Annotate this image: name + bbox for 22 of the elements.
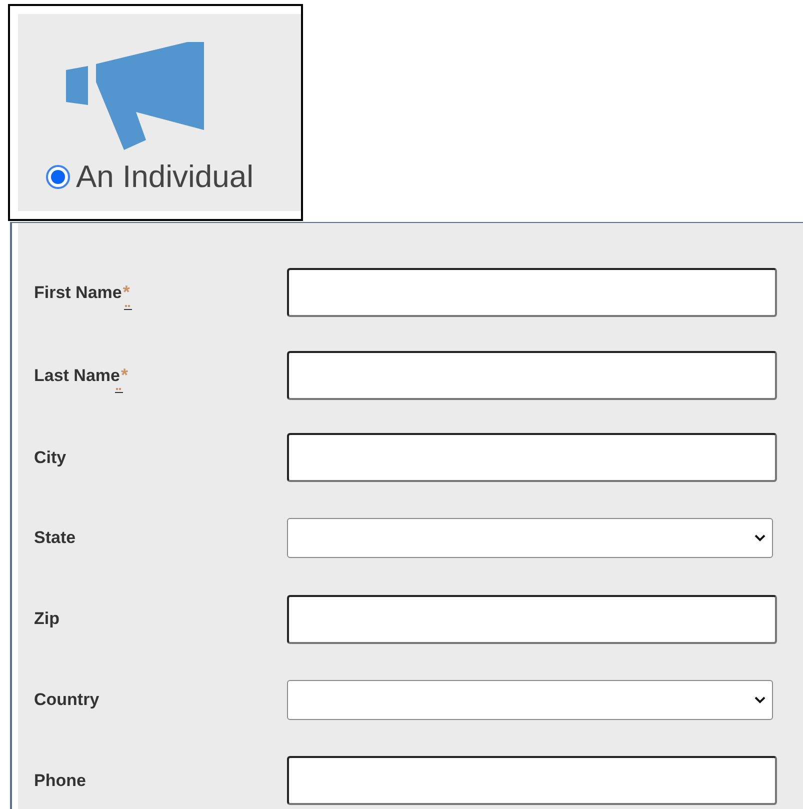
dotted-mark-icon — [114, 388, 123, 394]
input-field[interactable] — [287, 756, 777, 806]
dropdown-field[interactable] — [287, 680, 773, 720]
input-field[interactable] — [287, 433, 777, 482]
field-label: State — [34, 528, 76, 548]
required-asterisk: * — [120, 364, 128, 385]
chevron-down-icon — [754, 534, 766, 542]
field-label: Country — [34, 690, 100, 709]
field-label: Phone — [34, 770, 86, 790]
dropdown-field[interactable] — [287, 518, 773, 558]
input-field[interactable] — [287, 594, 777, 644]
individual-radio[interactable]: An Individual — [46, 154, 301, 200]
field-label: Last Name — [34, 366, 120, 385]
input-field[interactable] — [287, 268, 777, 317]
option-card[interactable]: An Individual — [18, 14, 301, 211]
required-asterisk: * — [122, 282, 130, 302]
input-field[interactable] — [287, 350, 777, 400]
field-label: City — [34, 448, 66, 467]
field-label: Zip — [34, 609, 60, 628]
chevron-down-icon — [754, 696, 766, 704]
field-label: First Name — [34, 282, 122, 302]
dotted-mark-icon — [124, 304, 132, 311]
